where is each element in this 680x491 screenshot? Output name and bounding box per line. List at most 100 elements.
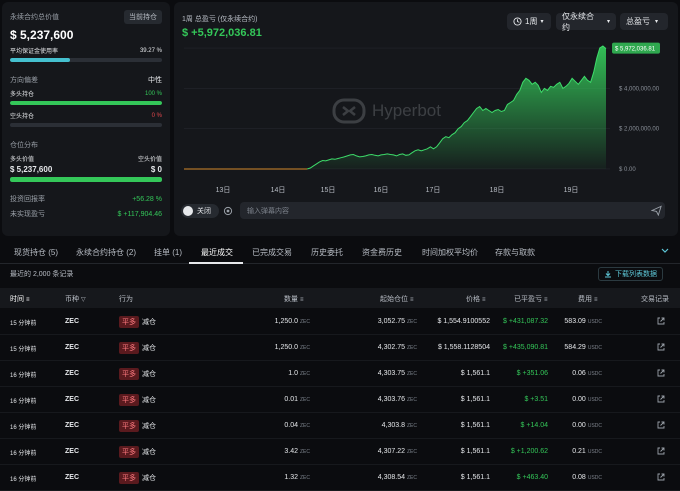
table-row[interactable]: 15 分钟前 ZEC 平多 减仓 1,250.0 ZEC 4,302.75 ZEC $ 1,55…	[0, 335, 680, 361]
tab-6[interactable]: 资金费历史	[362, 247, 402, 258]
y-tick-label: $ 4,000,000.00	[619, 86, 660, 92]
table-row[interactable]: 16 分钟前 ZEC 平多 减仓 0.01 ZEC 4,303.76 ZEC $ 1,561.1…	[0, 387, 680, 413]
tab-7[interactable]: 时间加权平均价	[422, 247, 478, 258]
close-long-tag: 平多	[119, 316, 139, 328]
long-bar	[10, 101, 162, 105]
distribution-label: 仓位分布	[10, 142, 38, 149]
danmaku-toggle[interactable]: 关闭	[181, 204, 219, 218]
trade-qty: 1,250.0 ZEC	[274, 318, 310, 325]
trade-pnl: $ +14.04	[520, 422, 548, 429]
table-row[interactable]: 16 分钟前 ZEC 平多 减仓 1.0 ZEC 4,303.75 ZEC $ 1,561.1 $…	[0, 361, 680, 387]
margin-bar	[10, 58, 162, 62]
external-link-icon[interactable]	[657, 447, 665, 455]
last-value-label: $ 5,972,036.81	[615, 47, 656, 53]
trade-coin[interactable]: ZEC	[65, 344, 79, 351]
y-tick-label: $ 2,000,000.00	[619, 127, 660, 133]
records-note: 最近的 2,000 条记录	[10, 271, 74, 278]
tab-bar: 现货持仓 (5) 永续合约持仓 (2) 挂单 (1) 最近成交 已完成交易 历史委托 资金费…	[0, 241, 680, 264]
col-time[interactable]: 时间 ≡	[10, 294, 29, 304]
external-link-icon[interactable]	[657, 343, 665, 351]
trade-pnl: $ +1,200.62	[510, 448, 548, 455]
col-price[interactable]: 价格 ≡	[466, 294, 485, 304]
toggle-label: 关闭	[197, 208, 211, 215]
trade-start-pos: 4,303.8 ZEC	[381, 422, 417, 429]
x-tick-label: 16日	[374, 186, 389, 194]
trade-coin[interactable]: ZEC	[65, 448, 79, 455]
col-qty[interactable]: 数量 ≡	[284, 294, 303, 304]
long-value-amount: $ 5,237,600	[10, 165, 53, 174]
action-text: 减仓	[142, 397, 156, 404]
danmaku-input[interactable]: 输入弹幕内容	[240, 202, 665, 219]
x-tick-label: 17日	[426, 186, 441, 194]
trade-coin[interactable]: ZEC	[65, 396, 79, 403]
trade-fee: 0.00 USDC	[572, 422, 602, 429]
trade-start-pos: 4,307.22 ZEC	[377, 448, 417, 455]
upnl-label: 未实现盈亏	[10, 211, 45, 218]
tab-3[interactable]: 最近成交	[201, 247, 233, 258]
total-value-label: 永续合约总价值	[10, 14, 59, 21]
trade-qty: 0.04 ZEC	[284, 422, 310, 429]
close-long-tag: 平多	[119, 472, 139, 484]
trade-coin[interactable]: ZEC	[65, 318, 79, 325]
send-icon[interactable]	[651, 205, 662, 216]
tab-2[interactable]: 挂单 (1)	[154, 247, 182, 258]
trade-fee: 584.29 USDC	[564, 344, 602, 351]
trade-start-pos: 4,302.75 ZEC	[377, 344, 417, 351]
col-coin[interactable]: 币种 ▽	[65, 294, 86, 304]
close-long-tag: 平多	[119, 342, 139, 354]
current-position-badge[interactable]: 当前持仓	[124, 10, 162, 24]
trade-coin[interactable]: ZEC	[65, 370, 79, 377]
close-long-tag: 平多	[119, 446, 139, 458]
tab-5[interactable]: 历史委托	[311, 247, 343, 258]
trade-price: $ 1,561.1	[460, 396, 490, 403]
trade-time: 16 分钟前	[10, 399, 37, 405]
external-link-icon[interactable]	[657, 421, 665, 429]
summary-panel: 永续合约总价值 当前持仓 $ 5,237,600 平均保证金使用率 39.27 …	[2, 2, 170, 236]
col-pnl[interactable]: 已平盈亏 ≡	[514, 294, 547, 304]
table-row[interactable]: 16 分钟前 ZEC 平多 减仓 0.04 ZEC 4,303.8 ZEC $ 1,561.1 $…	[0, 413, 680, 439]
trade-time: 16 分钟前	[10, 451, 37, 457]
trade-start-pos: 4,303.76 ZEC	[377, 396, 417, 403]
trade-action: 平多 减仓	[119, 446, 156, 458]
trade-coin[interactable]: ZEC	[65, 422, 79, 429]
tab-4[interactable]: 已完成交易	[252, 247, 292, 258]
tab-8[interactable]: 存款与取款	[495, 247, 535, 258]
short-value-amount: $ 0	[150, 165, 162, 174]
action-text: 减仓	[142, 423, 156, 430]
external-link-icon[interactable]	[657, 317, 665, 325]
short-bar	[10, 123, 162, 127]
close-long-tag: 平多	[119, 368, 139, 380]
trade-pnl: $ +435,090.81	[503, 344, 548, 351]
table-row[interactable]: 16 分钟前 ZEC 平多 减仓 1.32 ZEC 4,308.54 ZEC $ 1,561.1…	[0, 465, 680, 491]
external-link-icon[interactable]	[657, 473, 665, 481]
roi-value: +56.28 %	[132, 195, 162, 203]
table-row[interactable]: 15 分钟前 ZEC 平多 减仓 1,250.0 ZEC 3,052.75 ZEC $ 1,55…	[0, 309, 680, 335]
margin-value: 39.27 %	[139, 47, 162, 54]
trade-pnl: $ +3.51	[524, 396, 548, 403]
chevron-down-icon[interactable]	[661, 248, 669, 254]
x-tick-label: 13日	[216, 186, 231, 194]
trade-action: 平多 减仓	[119, 342, 156, 354]
trade-coin[interactable]: ZEC	[65, 474, 79, 481]
bias-label: 方向偏差	[10, 77, 38, 84]
tab-1[interactable]: 永续合约持仓 (2)	[76, 247, 136, 258]
col-action: 行为	[119, 296, 133, 303]
trade-time: 15 分钟前	[10, 347, 37, 353]
col-fee[interactable]: 费用 ≡	[578, 294, 597, 304]
trade-fee: 0.00 USDC	[572, 396, 602, 403]
trade-price: $ 1,561.1	[460, 370, 490, 377]
external-link-icon[interactable]	[657, 395, 665, 403]
col-start-pos[interactable]: 起始仓位 ≡	[380, 294, 413, 304]
table-row[interactable]: 16 分钟前 ZEC 平多 减仓 3.42 ZEC 4,307.22 ZEC $ 1,561.1…	[0, 439, 680, 465]
settings-icon[interactable]	[223, 206, 233, 216]
tab-0[interactable]: 现货持仓 (5)	[14, 247, 58, 258]
close-long-tag: 平多	[119, 420, 139, 432]
download-label: 下载列表数据	[615, 271, 657, 278]
trade-fee: 583.09 USDC	[564, 318, 602, 325]
trade-action: 平多 减仓	[119, 394, 156, 406]
external-link-icon[interactable]	[657, 369, 665, 377]
trade-time: 16 分钟前	[10, 425, 37, 431]
trade-action: 平多 减仓	[119, 316, 156, 328]
download-button[interactable]: 下载列表数据	[598, 267, 663, 281]
x-tick-label: 19日	[564, 186, 579, 194]
